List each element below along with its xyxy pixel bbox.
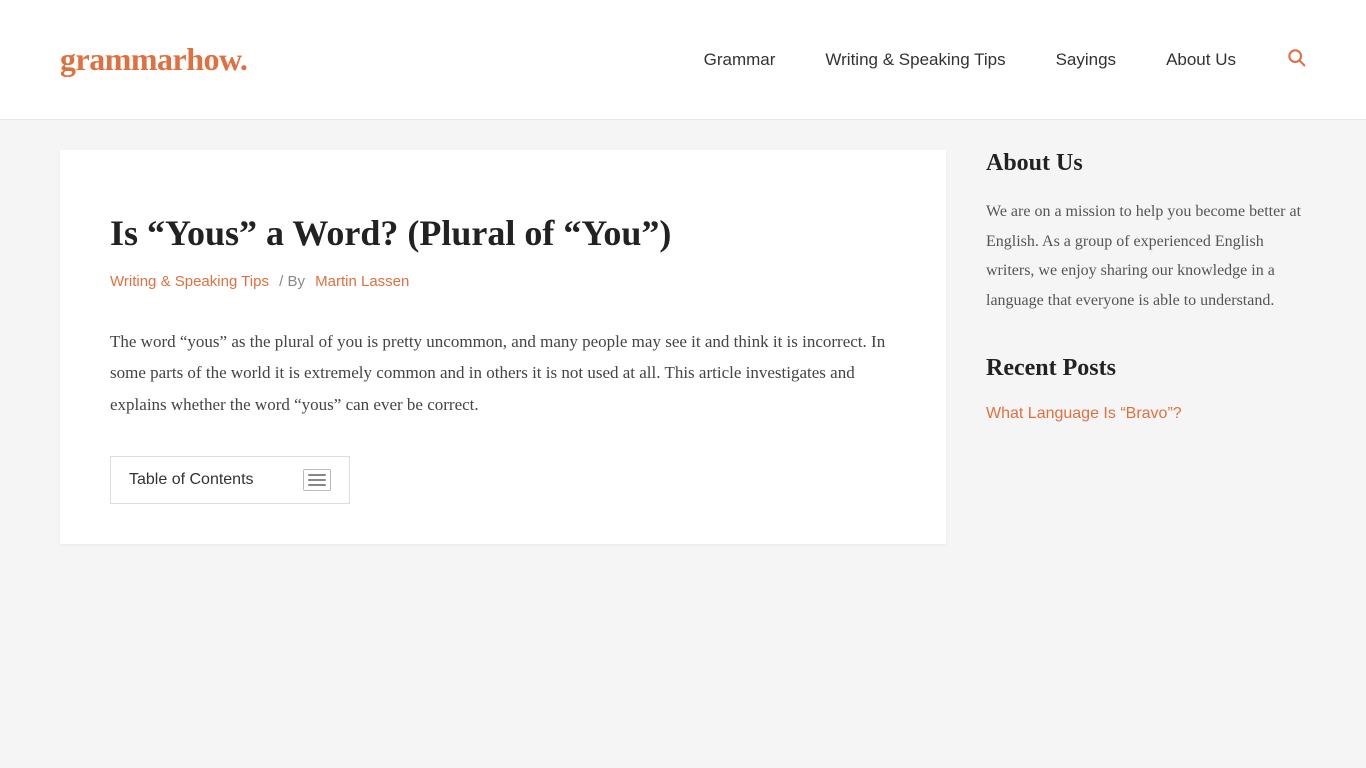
logo-dot: . bbox=[240, 41, 248, 77]
nav-writing-speaking-tips[interactable]: Writing & Speaking Tips bbox=[825, 50, 1005, 70]
article-category-link[interactable]: Writing & Speaking Tips bbox=[110, 273, 269, 290]
sidebar-about-us-heading: About Us bbox=[986, 150, 1306, 177]
table-of-contents-box: Table of Contents bbox=[110, 456, 350, 504]
article-title: Is “Yous” a Word? (Plural of “You”) bbox=[110, 210, 896, 257]
recent-post-item-0[interactable]: What Language Is “Bravo”? bbox=[986, 405, 1182, 422]
toc-toggle-button[interactable] bbox=[303, 469, 331, 491]
toc-icon-line-2 bbox=[308, 479, 326, 481]
article-container: Is “Yous” a Word? (Plural of “You”) Writ… bbox=[60, 150, 946, 544]
page-background: Is “Yous” a Word? (Plural of “You”) Writ… bbox=[0, 120, 1366, 768]
main-nav: Grammar Writing & Speaking Tips Sayings … bbox=[704, 47, 1306, 73]
meta-separator: / By bbox=[279, 273, 309, 290]
logo-text: grammarhow bbox=[60, 41, 240, 77]
sidebar-recent-posts-section: Recent Posts What Language Is “Bravo”? bbox=[986, 355, 1306, 426]
sidebar-about-us-section: About Us We are on a mission to help you… bbox=[986, 150, 1306, 315]
article-meta: Writing & Speaking Tips / By Martin Lass… bbox=[110, 273, 896, 290]
nav-sayings[interactable]: Sayings bbox=[1056, 50, 1116, 70]
search-icon bbox=[1286, 47, 1306, 67]
main-layout: Is “Yous” a Word? (Plural of “You”) Writ… bbox=[60, 150, 1306, 544]
toc-header: Table of Contents bbox=[111, 457, 349, 503]
site-logo[interactable]: grammarhow. bbox=[60, 41, 247, 78]
sidebar-about-us-text: We are on a mission to help you become b… bbox=[986, 197, 1306, 315]
sidebar: About Us We are on a mission to help you… bbox=[986, 150, 1306, 544]
toc-label: Table of Contents bbox=[129, 471, 254, 489]
site-header: grammarhow. Grammar Writing & Speaking T… bbox=[0, 0, 1366, 120]
nav-grammar[interactable]: Grammar bbox=[704, 50, 776, 70]
search-button[interactable] bbox=[1286, 47, 1306, 73]
article-author-link[interactable]: Martin Lassen bbox=[315, 273, 409, 290]
sidebar-recent-posts-heading: Recent Posts bbox=[986, 355, 1306, 382]
nav-about-us[interactable]: About Us bbox=[1166, 50, 1236, 70]
toc-icon-line-3 bbox=[308, 484, 326, 486]
article-intro: The word “yous” as the plural of you is … bbox=[110, 326, 896, 420]
toc-icon-line-1 bbox=[308, 474, 326, 476]
